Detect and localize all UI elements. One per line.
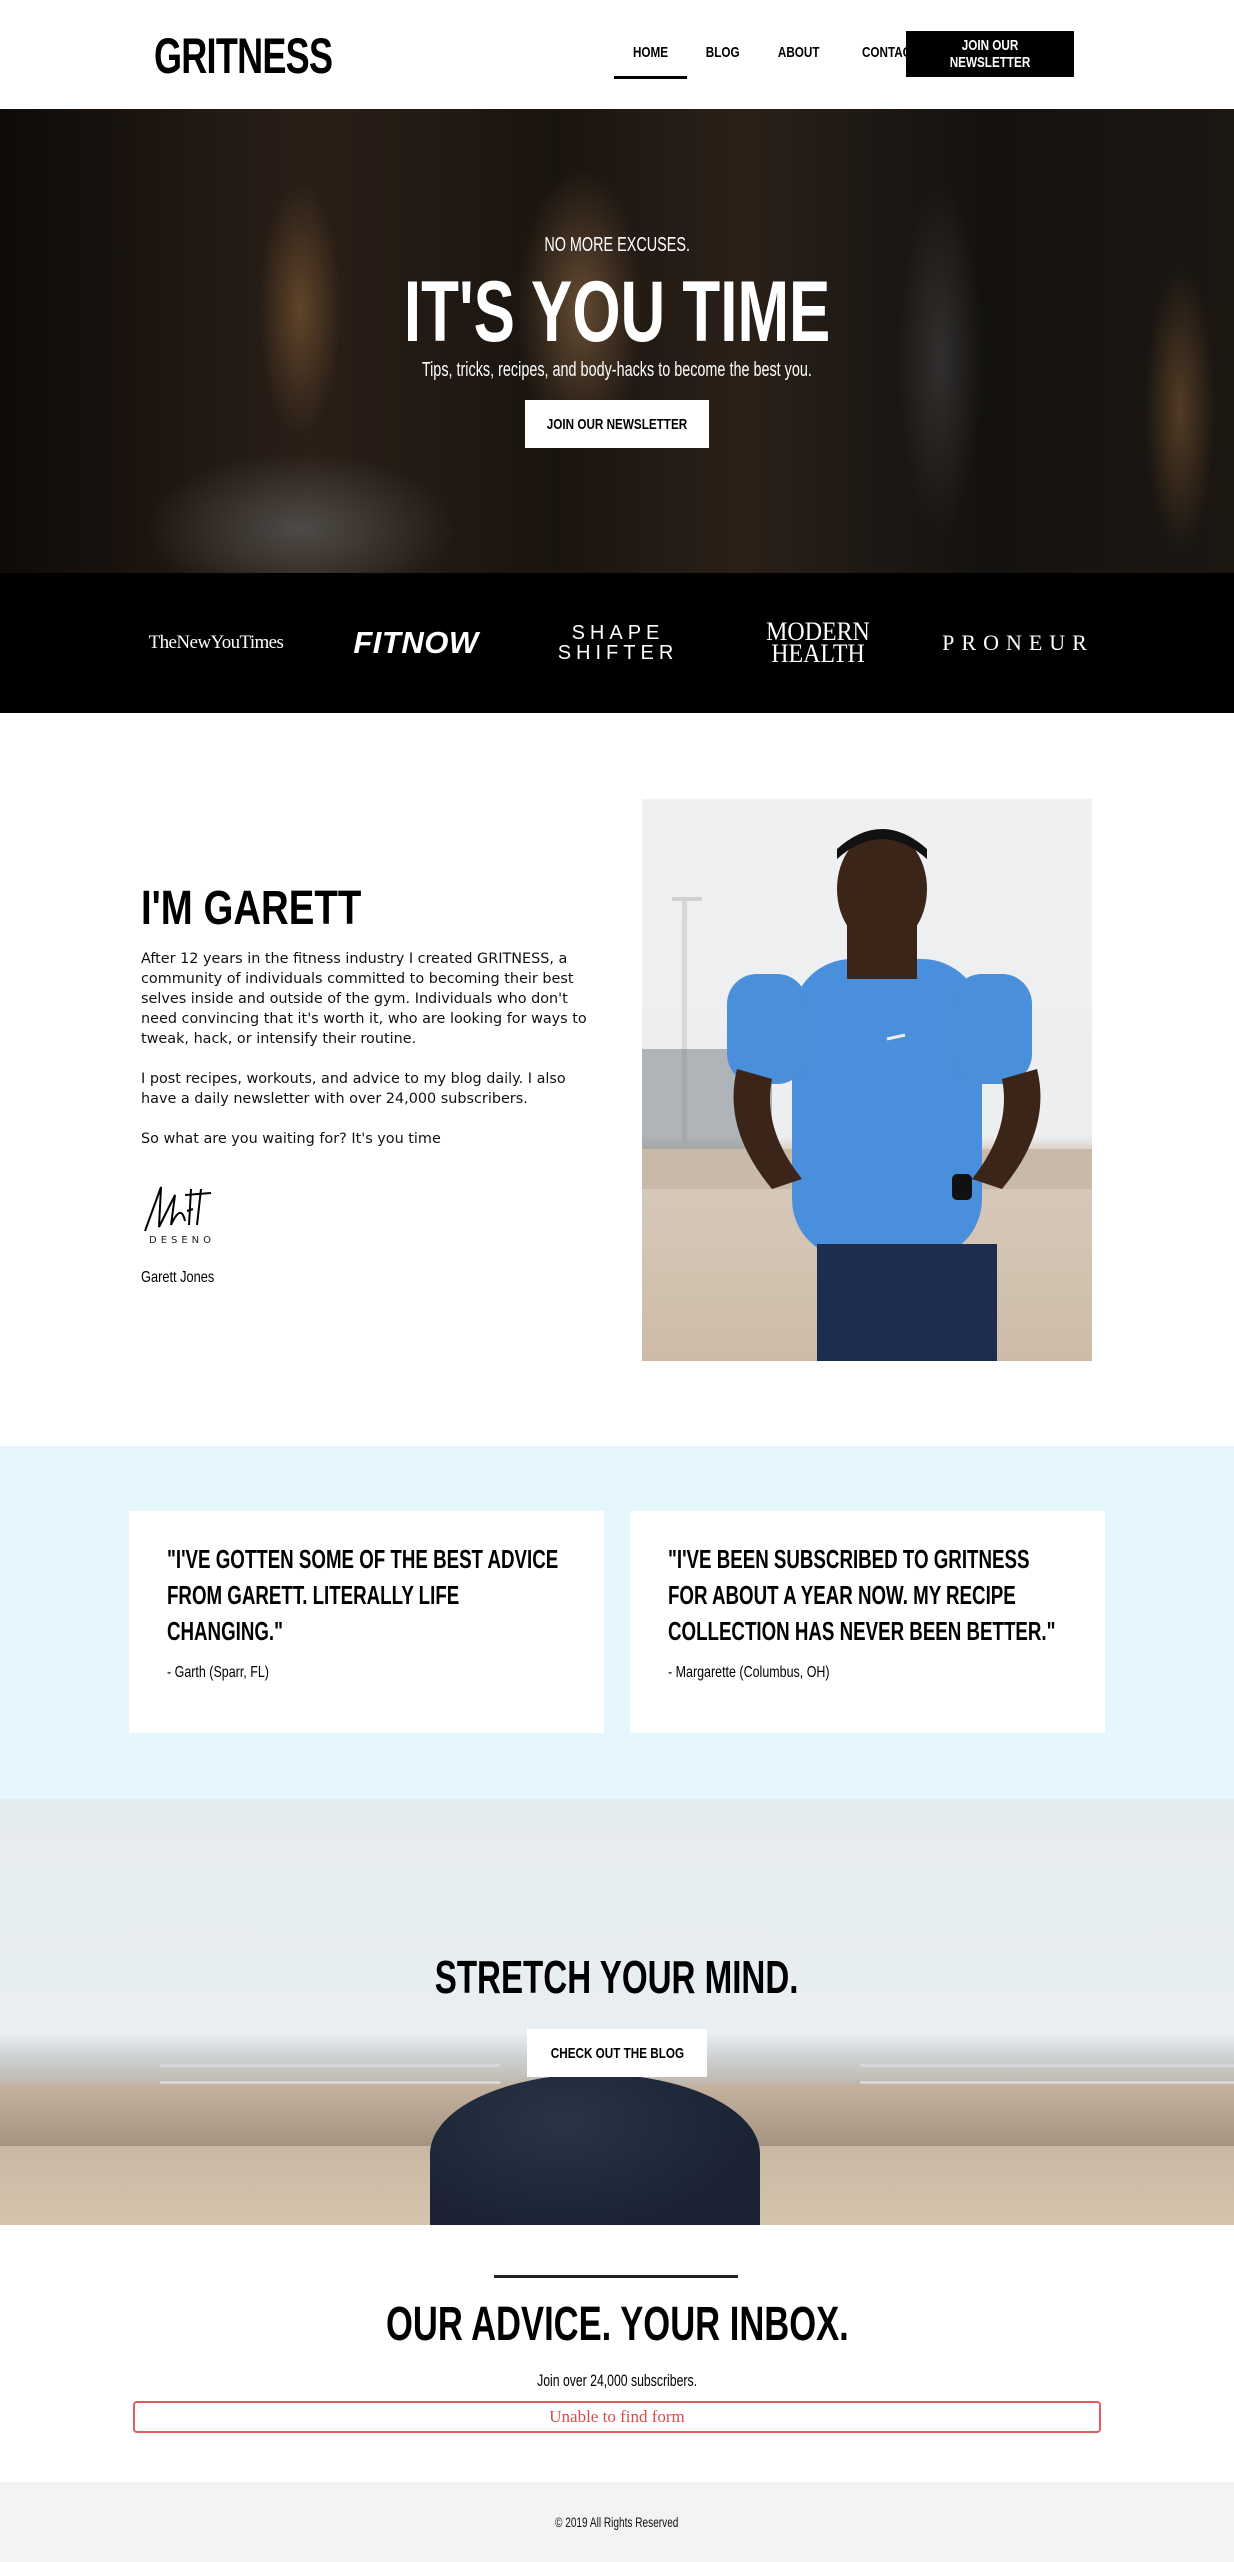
hero-title: IT'S YOU TIME: [0, 264, 1234, 360]
hero-subtitle-text: Tips, tricks, recipes, and body-hacks to…: [421, 359, 813, 381]
newsletter-subtitle: Join over 24,000 subscribers.: [0, 2371, 1234, 2391]
hero-newsletter-button[interactable]: JOIN OUR NEWSLETTER: [525, 400, 709, 448]
newsletter-subtitle-text: Join over 24,000 subscribers.: [537, 2371, 697, 2390]
railing-decoration: [160, 2064, 500, 2084]
check-blog-label: CHECK OUT THE BLOG: [550, 2044, 684, 2062]
hero-subtitle: Tips, tricks, recipes, and body-hacks to…: [0, 359, 1234, 382]
about-paragraph: I post recipes, workouts, and advice to …: [141, 1071, 566, 1107]
blog-cta-title-text: STRETCH YOUR MIND.: [435, 1951, 799, 2003]
site-footer: © 2019 All Rights Reserved: [0, 2482, 1234, 2562]
nav-about-label: ABOUT: [778, 44, 820, 61]
newsletter-section: OUR ADVICE. YOUR INBOX. Join over 24,000…: [0, 2225, 1234, 2482]
testimonial-author: - Garth (Sparr, FL): [167, 1664, 269, 1681]
nav-home[interactable]: HOME: [614, 34, 687, 79]
press-logo-newyoutimes: TheNewYouTimes: [148, 632, 284, 653]
hero-section: NO MORE EXCUSES. IT'S YOU TIME Tips, tri…: [0, 109, 1234, 573]
nav-about[interactable]: ABOUT: [758, 34, 839, 78]
testimonial-author: - Margarette (Columbus, OH): [668, 1664, 830, 1681]
newsletter-form-error: Unable to find form: [133, 2401, 1101, 2433]
signature-image: DESENO: [141, 1181, 251, 1253]
hero-eyebrow-text: NO MORE EXCUSES.: [544, 234, 690, 256]
about-title: I'M GARETT: [141, 882, 362, 935]
hero-eyebrow: NO MORE EXCUSES.: [0, 234, 1234, 257]
testimonial-quote: "I'VE BEEN SUBSCRIBED TO GRITNESS FOR AB…: [668, 1544, 1056, 1646]
blog-cta-title: STRETCH YOUR MIND.: [0, 1949, 1234, 2005]
newsletter-title: OUR ADVICE. YOUR INBOX.: [0, 2297, 1234, 2353]
copyright-text: © 2019 All Rights Reserved: [555, 2514, 679, 2530]
press-logo-shapeshifter: SHAPE SHIFTER: [557, 622, 679, 664]
press-logo-modernhealth: MODERN HEALTH: [766, 617, 870, 668]
about-text: After 12 years in the fitness industry I…: [141, 949, 596, 1169]
testimonials-section: "I'VE GOTTEN SOME OF THE BEST ADVICE FRO…: [0, 1446, 1234, 1799]
main-nav: HOME BLOG ABOUT CONTACT: [614, 34, 940, 79]
press-logos-bar: TheNewYouTimes FITNOW SHAPE SHIFTER MODE…: [0, 573, 1234, 713]
person-photo-illustration: [642, 829, 1092, 1361]
about-paragraph: So what are you waiting for? It's you ti…: [141, 1131, 441, 1147]
blog-cta-section: STRETCH YOUR MIND. CHECK OUT THE BLOG: [0, 1799, 1234, 2225]
about-section: I'M GARETT After 12 years in the fitness…: [0, 713, 1234, 1446]
check-blog-button[interactable]: CHECK OUT THE BLOG: [527, 2029, 707, 2077]
site-header: GRITNESS HOME BLOG ABOUT CONTACT JOIN OU…: [0, 0, 1234, 109]
header-newsletter-label: JOIN OUR NEWSLETTER: [949, 37, 1031, 71]
nav-blog[interactable]: BLOG: [687, 34, 758, 78]
site-logo[interactable]: GRITNESS: [154, 28, 333, 84]
hero-newsletter-label: JOIN OUR NEWSLETTER: [546, 415, 688, 433]
railing-decoration: [860, 2064, 1234, 2084]
hero-title-text: IT'S YOU TIME: [403, 264, 831, 360]
author-name: Garett Jones: [141, 1269, 215, 1286]
stretching-person-image: [430, 2074, 760, 2225]
press-logo-fitnow: FITNOW: [353, 625, 479, 660]
header-newsletter-button[interactable]: JOIN OUR NEWSLETTER: [906, 31, 1074, 77]
press-logo-proneur: PRONEUR: [942, 630, 1094, 655]
nav-home-label: HOME: [632, 44, 669, 61]
signature-icon: DESENO: [144, 1186, 215, 1246]
testimonial-card: "I'VE BEEN SUBSCRIBED TO GRITNESS FOR AB…: [630, 1511, 1105, 1733]
newsletter-title-text: OUR ADVICE. YOUR INBOX.: [385, 2298, 849, 2351]
garett-photo: [642, 799, 1092, 1361]
testimonial-quote: "I'VE GOTTEN SOME OF THE BEST ADVICE FRO…: [167, 1544, 559, 1646]
testimonial-card: "I'VE GOTTEN SOME OF THE BEST ADVICE FRO…: [129, 1511, 604, 1733]
nav-blog-label: BLOG: [705, 44, 740, 61]
section-divider: [494, 2275, 738, 2278]
signature-text: DESENO: [149, 1235, 215, 1246]
about-paragraph: After 12 years in the fitness industry I…: [141, 951, 587, 1047]
